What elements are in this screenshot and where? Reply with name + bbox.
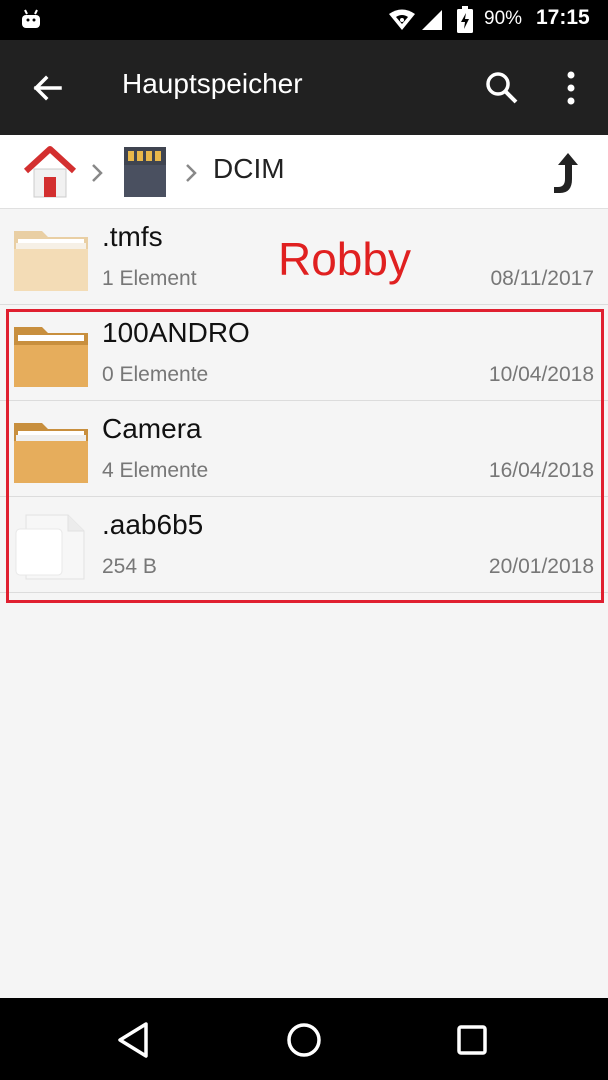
- breadcrumb: DCIM: [0, 135, 608, 209]
- search-icon[interactable]: [476, 62, 528, 114]
- watermark-text: Robby: [278, 233, 411, 285]
- page-title: Hauptspeicher: [122, 68, 303, 99]
- wifi-icon: [389, 9, 415, 30]
- battery-icon: [457, 6, 473, 33]
- breadcrumb-current[interactable]: DCIM: [213, 153, 285, 185]
- file-date: 08/11/2017: [490, 267, 594, 290]
- android-notification-icon: [22, 9, 40, 28]
- sd-card-icon[interactable]: [118, 143, 172, 201]
- home-circle-icon[interactable]: [280, 1016, 328, 1064]
- status-bar: 90% 17:15: [0, 0, 608, 40]
- back-arrow-icon[interactable]: [22, 62, 74, 114]
- battery-percentage: 90%: [484, 8, 523, 29]
- back-triangle-icon[interactable]: [110, 1016, 158, 1064]
- home-icon[interactable]: [22, 145, 78, 199]
- app-bar: Hauptspeicher: [0, 40, 608, 135]
- screen: 90% 17:15 Hauptspeicher DCIM .tmfs 1 Ele…: [0, 0, 608, 1080]
- signal-icon: [422, 10, 442, 30]
- file-meta: 1 Element: [102, 267, 197, 290]
- folder-icon: [14, 231, 88, 291]
- clock: 17:15: [536, 6, 590, 29]
- file-name: .tmfs: [102, 221, 163, 252]
- highlight-annotation-box: [6, 309, 604, 603]
- chevron-right-icon: [92, 164, 103, 182]
- recents-square-icon[interactable]: [448, 1016, 496, 1064]
- more-options-icon[interactable]: [548, 62, 594, 114]
- navigation-bar: [0, 998, 608, 1080]
- chevron-right-icon: [186, 164, 197, 182]
- up-directory-icon[interactable]: [548, 149, 588, 195]
